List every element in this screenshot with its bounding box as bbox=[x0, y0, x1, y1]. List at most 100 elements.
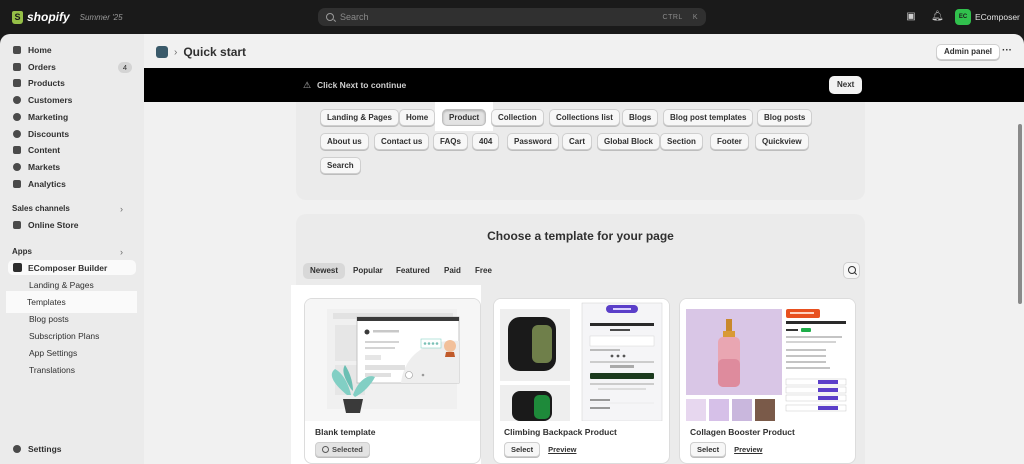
sidebar-item-online-store[interactable]: Online Store bbox=[8, 217, 136, 233]
page-header: › Quick start bbox=[156, 45, 246, 59]
account-menu[interactable]: EC EComposer bbox=[955, 9, 1020, 25]
page-type-cart[interactable]: Cart bbox=[562, 133, 593, 150]
page-type-about-us[interactable]: About us bbox=[320, 133, 369, 150]
sidebar-item-analytics[interactable]: Analytics bbox=[8, 176, 136, 192]
preview-link[interactable]: Preview bbox=[734, 445, 762, 454]
sidebar-item-products[interactable]: Products bbox=[8, 75, 136, 91]
sidebar-subitem-translations[interactable]: Translations bbox=[8, 361, 136, 378]
tab-featured[interactable]: Featured bbox=[389, 263, 437, 279]
blank-template-illustration bbox=[327, 309, 460, 413]
page-title: Quick start bbox=[183, 45, 247, 59]
page-type-global-block[interactable]: Global Block bbox=[597, 133, 660, 150]
breadcrumb-separator-icon: › bbox=[174, 46, 178, 58]
ecomposer-app-icon bbox=[13, 263, 22, 272]
template-card-blank[interactable]: Blank template Selected bbox=[304, 298, 481, 464]
page-type-blog-post-templates[interactable]: Blog post templates bbox=[663, 109, 754, 126]
page-type-landing-pages[interactable]: Landing & Pages bbox=[320, 109, 399, 126]
template-thumbnail bbox=[680, 299, 855, 421]
select-button[interactable]: Select bbox=[504, 442, 541, 457]
edition-label: Summer '25 bbox=[79, 12, 123, 22]
page-type-faqs[interactable]: FAQs bbox=[433, 133, 468, 150]
tab-paid[interactable]: Paid bbox=[437, 263, 468, 279]
main-content: › Quick start Admin panel ··· ⚠ Click Ne… bbox=[144, 34, 1024, 464]
sidebar-item-customers[interactable]: Customers bbox=[8, 92, 136, 108]
sidebar-subitem-blog-posts[interactable]: Blog posts bbox=[8, 310, 136, 327]
template-name: Climbing Backpack Product bbox=[504, 427, 617, 437]
page-type-404[interactable]: 404 bbox=[472, 133, 500, 150]
chevron-right-icon[interactable]: › bbox=[120, 247, 123, 257]
guide-banner: ⚠ Click Next to continue Next bbox=[144, 68, 1024, 102]
page-type-quickview[interactable]: Quickview bbox=[755, 133, 809, 150]
tab-free[interactable]: Free bbox=[468, 263, 499, 279]
template-actions: Select Preview bbox=[504, 442, 576, 457]
sidebar-item-label: Customers bbox=[28, 95, 73, 105]
sidebar-item-label: Products bbox=[28, 78, 65, 88]
sidebar-subitem-subscription-plans[interactable]: Subscription Plans bbox=[8, 327, 136, 344]
person-icon bbox=[13, 96, 21, 104]
chevron-right-icon[interactable]: › bbox=[120, 204, 123, 214]
sidebar-item-orders[interactable]: Orders 4 bbox=[8, 59, 136, 75]
sidebar-subitem-app-settings[interactable]: App Settings bbox=[8, 344, 136, 361]
tab-popular[interactable]: Popular bbox=[346, 263, 390, 279]
gear-icon bbox=[13, 445, 21, 453]
discount-icon bbox=[13, 130, 21, 138]
search-icon bbox=[326, 13, 334, 21]
store-icon[interactable]: ▣ bbox=[905, 11, 917, 23]
target-icon bbox=[13, 113, 21, 121]
ecomposer-app-icon[interactable] bbox=[156, 46, 168, 58]
page-type-collection[interactable]: Collection bbox=[491, 109, 544, 126]
sidebar-item-label: Markets bbox=[28, 162, 61, 172]
sidebar-item-label: Home bbox=[28, 45, 52, 55]
page-type-home[interactable]: Home bbox=[399, 109, 436, 126]
next-button[interactable]: Next bbox=[829, 76, 863, 94]
search-input[interactable]: Search CTRL K bbox=[318, 8, 706, 26]
preview-link[interactable]: Preview bbox=[548, 445, 576, 454]
store-icon bbox=[13, 221, 21, 229]
sidebar-item-settings[interactable]: Settings bbox=[8, 441, 136, 457]
page-type-section[interactable]: Section bbox=[660, 133, 703, 150]
template-search-button[interactable] bbox=[843, 262, 860, 279]
template-name: Collagen Booster Product bbox=[690, 427, 795, 437]
shopify-bag-icon: S bbox=[12, 10, 23, 24]
sidebar-item-label: Discounts bbox=[28, 129, 70, 139]
scrollbar[interactable] bbox=[1018, 124, 1022, 304]
backpack-template-preview bbox=[500, 302, 663, 422]
sidebar-item-discounts[interactable]: Discounts bbox=[8, 126, 136, 142]
template-card-collagen-booster[interactable]: Collagen Booster Product Select Preview bbox=[679, 298, 856, 464]
warning-icon: ⚠ bbox=[302, 80, 312, 90]
page-type-contact-us[interactable]: Contact us bbox=[374, 133, 430, 150]
collagen-template-preview bbox=[686, 309, 847, 421]
sidebar-item-ecomposer-builder[interactable]: EComposer Builder bbox=[8, 260, 136, 275]
page-type-blogs[interactable]: Blogs bbox=[622, 109, 659, 126]
sidebar-item-markets[interactable]: Markets bbox=[8, 159, 136, 175]
home-icon bbox=[13, 46, 21, 54]
bell-icon[interactable]: 🔔︎ bbox=[931, 11, 944, 23]
page-type-product[interactable]: Product bbox=[442, 109, 487, 126]
sidebar-item-home[interactable]: Home bbox=[8, 42, 136, 58]
page-type-search[interactable]: Search bbox=[320, 157, 361, 174]
page-type-blog-posts[interactable]: Blog posts bbox=[757, 109, 813, 126]
avatar: EC bbox=[955, 9, 971, 25]
banner-message: Click Next to continue bbox=[317, 80, 407, 90]
tab-newest[interactable]: Newest bbox=[303, 263, 346, 279]
page-type-password[interactable]: Password bbox=[507, 133, 559, 150]
page-type-collections-list[interactable]: Collections list bbox=[549, 109, 620, 126]
template-card-climbing-backpack[interactable]: Climbing Backpack Product Select Preview bbox=[493, 298, 670, 464]
selected-button[interactable]: Selected bbox=[315, 442, 370, 457]
sidebar-item-content[interactable]: Content bbox=[8, 142, 136, 158]
sidebar-item-label: Marketing bbox=[28, 112, 69, 122]
shopify-logo[interactable]: S shopify Summer '25 bbox=[12, 10, 123, 24]
top-bar: S shopify Summer '25 Search CTRL K ▣ 🔔︎ E… bbox=[0, 0, 1024, 34]
more-actions-icon[interactable]: ··· bbox=[999, 44, 1015, 60]
select-button[interactable]: Select bbox=[690, 442, 727, 457]
check-circle-icon bbox=[322, 446, 329, 453]
sidebar-item-label: Settings bbox=[28, 444, 62, 454]
sidebar-item-label: Orders bbox=[28, 62, 56, 72]
orders-icon bbox=[13, 63, 21, 71]
admin-panel-button[interactable]: Admin panel bbox=[936, 44, 1001, 60]
sidebar-item-marketing[interactable]: Marketing bbox=[8, 109, 136, 125]
account-name: EComposer bbox=[975, 12, 1020, 22]
globe-icon bbox=[13, 163, 21, 171]
page-type-footer[interactable]: Footer bbox=[710, 133, 749, 150]
sidebar-item-label: Analytics bbox=[28, 179, 66, 189]
